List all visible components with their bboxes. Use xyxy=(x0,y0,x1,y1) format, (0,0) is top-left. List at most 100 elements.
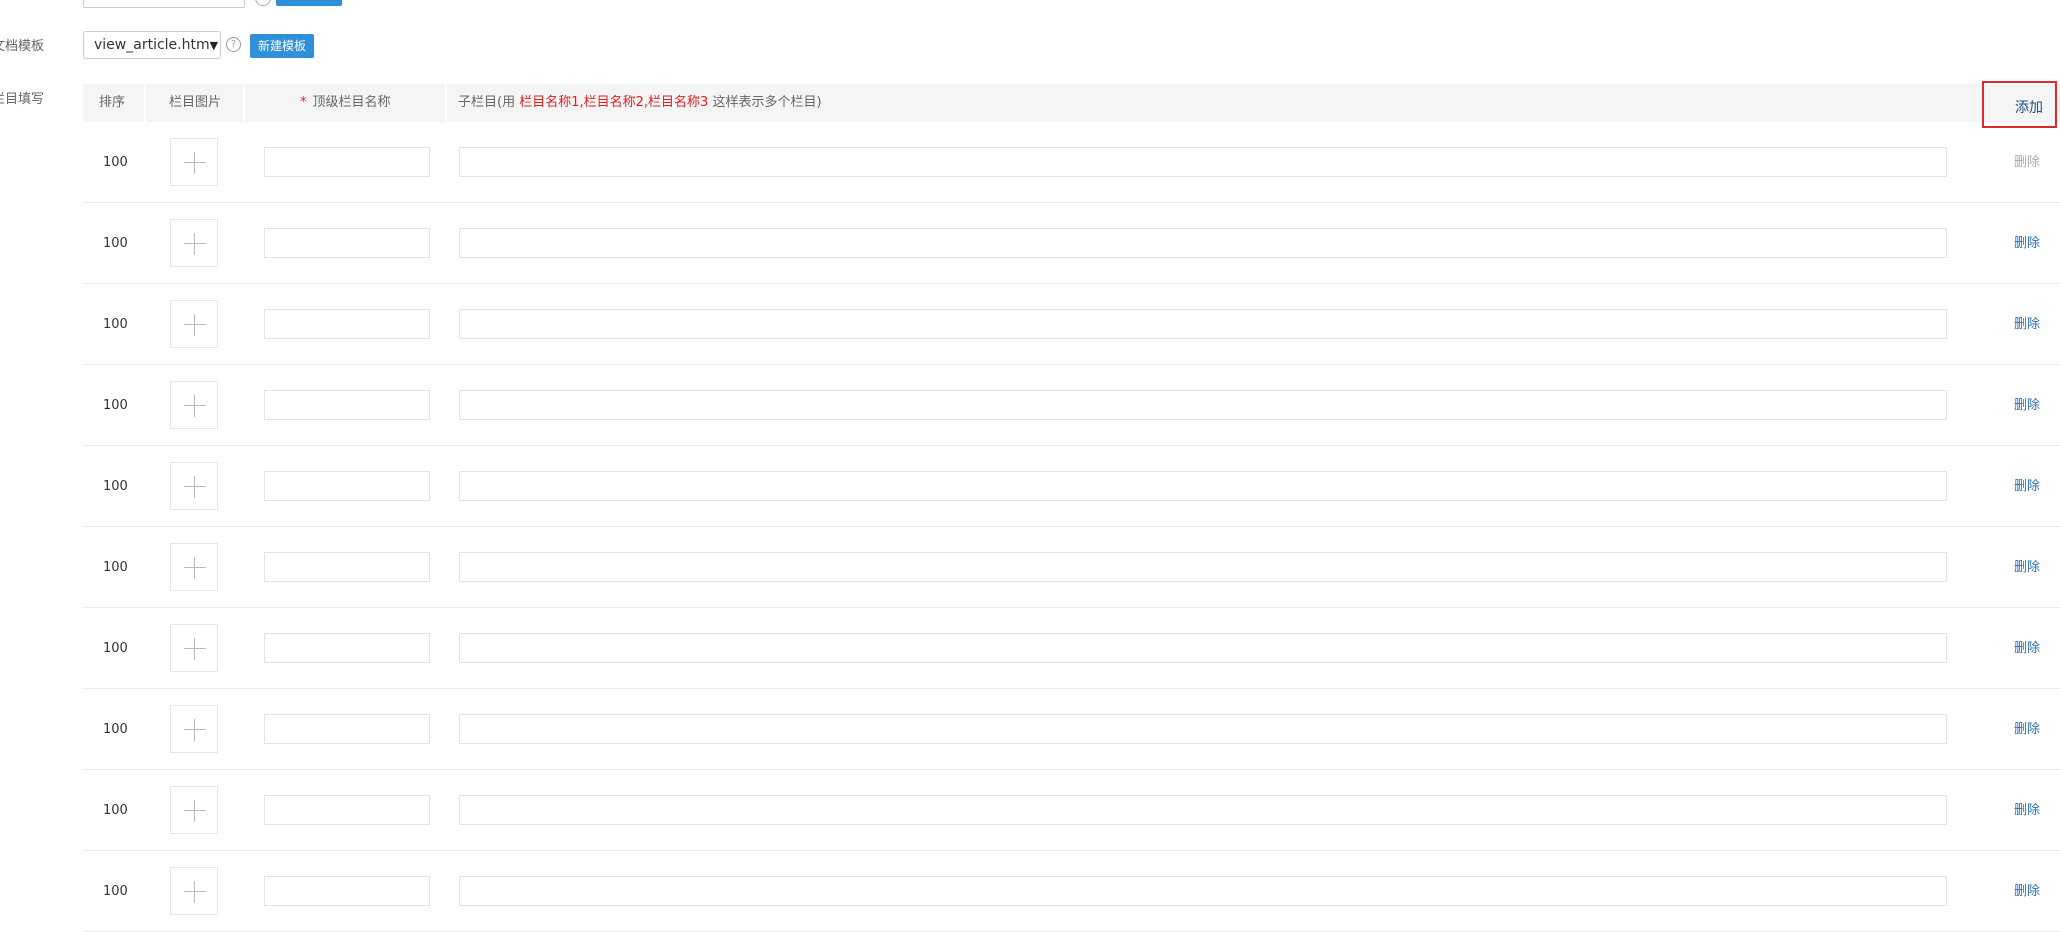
plus-icon xyxy=(184,810,206,811)
question-icon[interactable]: ? xyxy=(226,37,241,52)
header-sub: 子栏目(用 栏目名称1,栏目名称2,栏目名称3 这样表示多个栏目) xyxy=(458,84,822,122)
sub-columns-input[interactable] xyxy=(459,795,1947,825)
template-select-value: view_article.htm xyxy=(94,37,210,53)
image-upload[interactable] xyxy=(170,705,218,753)
header-image: 栏目图片 xyxy=(169,95,222,110)
image-upload[interactable] xyxy=(170,219,218,267)
template-label: 文档模板 xyxy=(0,39,45,54)
sort-value: 100 xyxy=(103,317,128,332)
top-name-input[interactable] xyxy=(264,228,430,258)
top-name-input[interactable] xyxy=(264,309,430,339)
plus-icon-stroke xyxy=(194,557,195,579)
top-name-input[interactable] xyxy=(264,552,430,582)
delete-link[interactable]: 删除 xyxy=(2014,527,2040,608)
plus-icon xyxy=(184,243,206,244)
table-row: 100 删除 xyxy=(83,122,2060,203)
sub-columns-input[interactable] xyxy=(459,876,1947,906)
image-upload[interactable] xyxy=(170,786,218,834)
top-name-input[interactable] xyxy=(264,795,430,825)
header-top-name: * 顶级栏目名称 xyxy=(300,84,391,122)
plus-icon-stroke xyxy=(194,152,195,174)
plus-icon-stroke xyxy=(194,395,195,417)
delete-link[interactable]: 删除 xyxy=(2014,203,2040,284)
image-upload[interactable] xyxy=(170,543,218,591)
table-row: 100 删除 xyxy=(83,851,2060,932)
table-row: 100 删除 xyxy=(83,608,2060,689)
required-mark: * xyxy=(300,95,307,110)
header-sub-example: 栏目名称1,栏目名称2,栏目名称3 xyxy=(519,95,709,110)
delete-link[interactable]: 删除 xyxy=(2014,365,2040,446)
top-name-input[interactable] xyxy=(264,471,430,501)
image-upload[interactable] xyxy=(170,867,218,915)
plus-icon xyxy=(184,891,206,892)
image-upload[interactable] xyxy=(170,624,218,672)
plus-icon xyxy=(184,486,206,487)
columns-label: 栏目填写 xyxy=(0,92,45,107)
sort-value: 100 xyxy=(103,155,128,170)
new-template-button[interactable]: 新建模板 xyxy=(250,34,315,58)
sort-value: 100 xyxy=(103,479,128,494)
sub-columns-input[interactable] xyxy=(459,147,1947,177)
plus-icon-stroke xyxy=(194,476,195,498)
delete-link[interactable]: 删除 xyxy=(2014,770,2040,851)
plus-icon-stroke xyxy=(194,719,195,741)
image-upload[interactable] xyxy=(170,462,218,510)
sort-value: 100 xyxy=(103,641,128,656)
delete-link[interactable]: 删除 xyxy=(2014,689,2040,770)
top-name-input[interactable] xyxy=(264,633,430,663)
top-name-input[interactable] xyxy=(264,876,430,906)
sub-columns-input[interactable] xyxy=(459,309,1947,339)
plus-icon xyxy=(184,567,206,568)
plus-icon-stroke xyxy=(194,800,195,822)
plus-icon-stroke xyxy=(194,638,195,660)
delete-link[interactable]: 删除 xyxy=(2014,851,2040,932)
delete-link[interactable]: 删除 xyxy=(2014,446,2040,527)
sub-columns-input[interactable] xyxy=(459,390,1947,420)
delete-link[interactable]: 删除 xyxy=(2014,284,2040,365)
sub-columns-input[interactable] xyxy=(459,714,1947,744)
plus-icon xyxy=(184,162,206,163)
table-header: 排序 栏目图片 * 顶级栏目名称 子栏目(用 栏目名称1,栏目名称2,栏目名称3 … xyxy=(83,84,2060,122)
image-upload[interactable] xyxy=(170,381,218,429)
sort-value: 100 xyxy=(103,722,128,737)
sub-columns-input[interactable] xyxy=(459,633,1947,663)
cropped-select[interactable] xyxy=(83,0,245,8)
table-row: 100 删除 xyxy=(83,365,2060,446)
sub-columns-input[interactable] xyxy=(459,228,1947,258)
cropped-button[interactable] xyxy=(276,0,342,6)
header-divider xyxy=(243,84,245,122)
delete-link[interactable]: 删除 xyxy=(2014,608,2040,689)
top-name-input[interactable] xyxy=(264,390,430,420)
table-row: 100 删除 xyxy=(83,527,2060,608)
header-divider xyxy=(445,84,447,122)
sub-columns-input[interactable] xyxy=(459,552,1947,582)
header-sub-suffix: 这样表示多个栏目) xyxy=(712,95,822,110)
plus-icon-stroke xyxy=(194,314,195,336)
table-row: 100 删除 xyxy=(83,446,2060,527)
header-divider xyxy=(144,84,146,122)
plus-icon-stroke xyxy=(194,881,195,903)
image-upload[interactable] xyxy=(170,300,218,348)
sort-value: 100 xyxy=(103,398,128,413)
plus-icon xyxy=(184,324,206,325)
chevron-down-icon: ▼ xyxy=(209,38,219,52)
sort-value: 100 xyxy=(103,560,128,575)
delete-link[interactable]: 删除 xyxy=(2014,122,2040,203)
header-top-name-label: 顶级栏目名称 xyxy=(312,95,391,110)
header-sub-prefix: 子栏目(用 xyxy=(458,95,516,110)
sort-value: 100 xyxy=(103,236,128,251)
header-sort: 排序 xyxy=(99,95,126,110)
plus-icon-stroke xyxy=(194,233,195,255)
top-name-input[interactable] xyxy=(264,714,430,744)
table-row: 100 删除 xyxy=(83,770,2060,851)
table-row: 100 删除 xyxy=(83,203,2060,284)
template-select[interactable]: view_article.htm ▼ xyxy=(83,31,221,59)
image-upload[interactable] xyxy=(170,138,218,186)
sub-columns-input[interactable] xyxy=(459,471,1947,501)
plus-icon xyxy=(184,648,206,649)
table-row: 100 删除 xyxy=(83,284,2060,365)
top-name-input[interactable] xyxy=(264,147,430,177)
plus-icon xyxy=(184,729,206,730)
sort-value: 100 xyxy=(103,803,128,818)
add-button[interactable]: 添加 xyxy=(2015,97,2043,117)
